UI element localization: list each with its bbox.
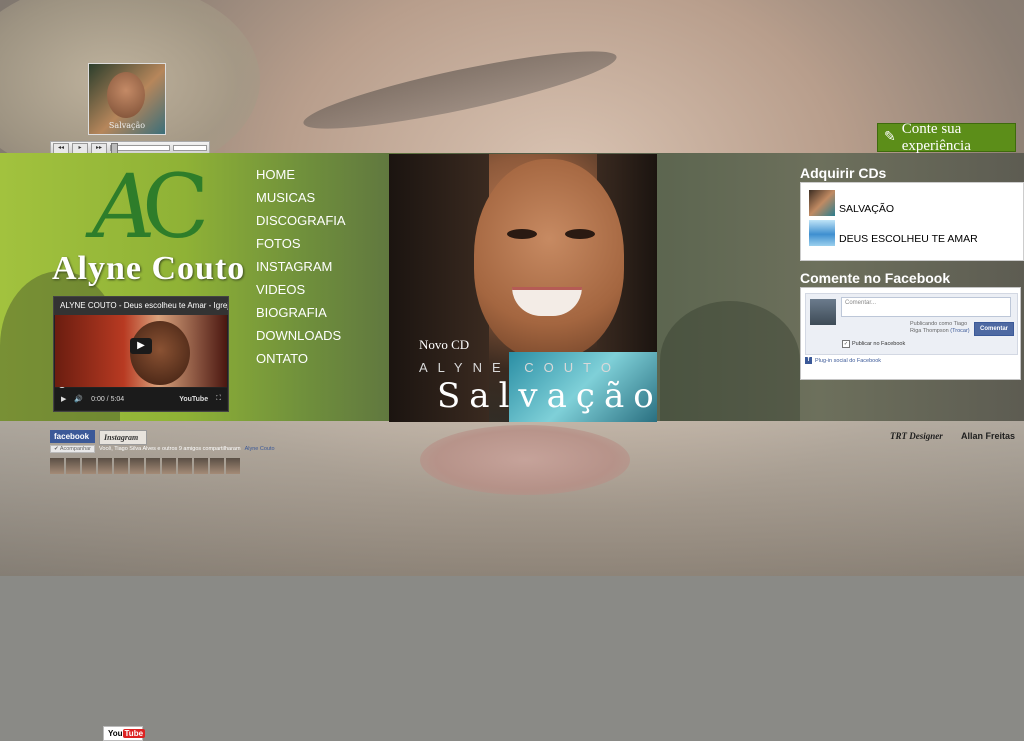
cd-thumbnail bbox=[809, 220, 835, 246]
checkbox-icon[interactable]: ✓ bbox=[842, 340, 850, 348]
cd-item-label: DEUS ESCOLHEU TE AMAR bbox=[839, 233, 978, 245]
avatar[interactable] bbox=[194, 458, 208, 474]
youtube-logo[interactable]: YouTube bbox=[179, 396, 208, 403]
facebook-comments-box: Comentar... Publicando como Tiago Riga T… bbox=[800, 287, 1021, 380]
logo-letter-c: C bbox=[142, 155, 210, 258]
facebook-publishing-as: Publicando como Tiago Riga Thompson (Tro… bbox=[910, 321, 972, 335]
cd-item-deus-escolheu[interactable]: DEUS ESCOLHEU TE AMAR bbox=[809, 220, 978, 246]
avatar[interactable] bbox=[210, 458, 224, 474]
background-brow bbox=[299, 37, 621, 143]
menu-item-home[interactable]: HOME bbox=[256, 163, 346, 186]
album-artist: ALYNE COUTO bbox=[419, 360, 621, 375]
pen-icon: ✎ bbox=[884, 130, 896, 145]
menu-item-fotos[interactable]: FOTOS bbox=[256, 232, 346, 255]
youtube-time: 0:00 / 5:04 bbox=[91, 395, 125, 403]
menu-item-instagram[interactable]: INSTAGRAM bbox=[256, 255, 346, 278]
album-title: Salvação bbox=[437, 376, 657, 416]
youtube-play-button[interactable]: ▶ bbox=[130, 338, 152, 354]
buy-cds-box: SALVAÇÃO DEUS ESCOLHEU TE AMAR bbox=[800, 182, 1024, 261]
album-eye bbox=[507, 229, 537, 239]
menu-item-biografia[interactable]: BIOGRAFIA bbox=[256, 301, 346, 324]
facebook-publish-label: Publicar no Facebook bbox=[852, 341, 906, 347]
next-track-button[interactable]: ▸▸ bbox=[91, 142, 107, 154]
menu-item-musicas[interactable]: MUSICAS bbox=[256, 186, 346, 209]
cd-item-salvacao[interactable]: SALVAÇÃO bbox=[809, 190, 894, 216]
facebook-comment-input[interactable]: Comentar... bbox=[841, 297, 1011, 317]
cd-item-label: SALVAÇÃO bbox=[839, 203, 895, 215]
background-lips bbox=[420, 425, 630, 495]
youtube-link[interactable]: You Tube bbox=[103, 726, 146, 741]
volume-icon[interactable]: 🔊 bbox=[74, 395, 83, 403]
site-logo[interactable]: A C bbox=[92, 163, 209, 251]
crowd-silhouette bbox=[660, 301, 800, 421]
menu-item-videos[interactable]: VIDEOS bbox=[256, 278, 346, 301]
mini-audio-player: Salvação ◂◂ ▸ ▸▸ bbox=[50, 63, 210, 155]
facebook-change-link[interactable]: (Trocar) bbox=[950, 328, 969, 334]
facebook-plugin-link[interactable]: f Plug-in social do Facebook bbox=[805, 357, 881, 364]
brand-name: Alyne Couto bbox=[52, 250, 246, 287]
share-text: Você, Tiago Silva Alves e outros 9 amigo… bbox=[99, 446, 241, 452]
facebook-share-line: ✔ Acompanhar Você, Tiago Silva Alves e o… bbox=[50, 445, 275, 453]
album-new-cd-label: Novo CD bbox=[419, 337, 470, 352]
play-button[interactable]: ▸ bbox=[72, 142, 88, 154]
credit-trt-designer[interactable]: TRT Designer bbox=[890, 431, 943, 441]
avatar[interactable] bbox=[162, 458, 176, 474]
follow-button[interactable]: ✔ Acompanhar bbox=[50, 445, 96, 453]
avatar[interactable] bbox=[114, 458, 128, 474]
facebook-link[interactable]: facebook bbox=[50, 430, 95, 443]
credit-allan-freitas[interactable]: Allan Freitas bbox=[961, 431, 1015, 441]
facebook-publish-checkbox[interactable]: ✓ Publicar no Facebook bbox=[842, 340, 905, 348]
avatar bbox=[810, 299, 836, 325]
avatar[interactable] bbox=[146, 458, 160, 474]
avatar[interactable] bbox=[178, 458, 192, 474]
youtube-link-tube: Tube bbox=[122, 729, 146, 738]
facebook-comment-composer: Comentar... Publicando como Tiago Riga T… bbox=[805, 293, 1018, 355]
avatar[interactable] bbox=[66, 458, 80, 474]
cover-face bbox=[107, 72, 145, 118]
avatar[interactable] bbox=[50, 458, 64, 474]
youtube-embed[interactable]: ALYNE COUTO - Deus escolheu te Amar - Ig… bbox=[53, 296, 229, 412]
buy-cds-title: Adquirir CDs bbox=[800, 165, 887, 181]
instagram-link[interactable]: Instagram bbox=[99, 430, 147, 445]
album-eye bbox=[565, 229, 595, 239]
mini-player-volume[interactable] bbox=[173, 145, 207, 151]
share-experience-button[interactable]: ✎ Conte sua experiência bbox=[877, 120, 1016, 154]
album-cover[interactable]: Novo CD ALYNE COUTO Salvação bbox=[389, 154, 657, 422]
mini-cover-caption: Salvação bbox=[108, 121, 146, 130]
social-links: facebook Instagram You Tube bbox=[50, 430, 147, 741]
cd-thumbnail bbox=[809, 190, 835, 216]
facebook-plugin-label: Plug-in social do Facebook bbox=[815, 357, 882, 364]
album-face bbox=[474, 159, 624, 359]
previous-track-button[interactable]: ◂◂ bbox=[53, 142, 69, 154]
facebook-comment-button[interactable]: Comentar bbox=[974, 322, 1014, 336]
youtube-controls: ▶ 🔊 0:00 / 5:04 YouTube ⛶ bbox=[55, 388, 227, 410]
facebook-comments-title: Comente no Facebook bbox=[800, 270, 951, 286]
facebook-icon: f bbox=[805, 357, 812, 364]
mini-player-seek-bar[interactable] bbox=[110, 143, 170, 154]
menu-item-discografia[interactable]: DISCOGRAFIA bbox=[256, 209, 346, 232]
avatar[interactable] bbox=[226, 458, 240, 474]
mini-player-cover[interactable]: Salvação bbox=[88, 63, 166, 135]
friends-avatars bbox=[50, 458, 240, 474]
menu-item-contato[interactable]: ONTATO bbox=[256, 347, 346, 370]
youtube-video-title[interactable]: ALYNE COUTO - Deus escolheu te Amar - Ig… bbox=[54, 297, 228, 315]
share-experience-label: Conte sua experiência bbox=[901, 120, 971, 154]
avatar[interactable] bbox=[82, 458, 96, 474]
play-icon[interactable]: ▶ bbox=[61, 395, 66, 403]
fullscreen-icon[interactable]: ⛶ bbox=[216, 395, 221, 403]
menu-item-downloads[interactable]: DOWNLOADS bbox=[256, 324, 346, 347]
main-menu: HOME MUSICAS DISCOGRAFIA FOTOS INSTAGRAM… bbox=[256, 163, 346, 370]
share-page-link[interactable]: Alyne Couto bbox=[245, 446, 275, 452]
avatar[interactable] bbox=[130, 458, 144, 474]
youtube-link-you: You bbox=[108, 729, 123, 738]
avatar[interactable] bbox=[98, 458, 112, 474]
